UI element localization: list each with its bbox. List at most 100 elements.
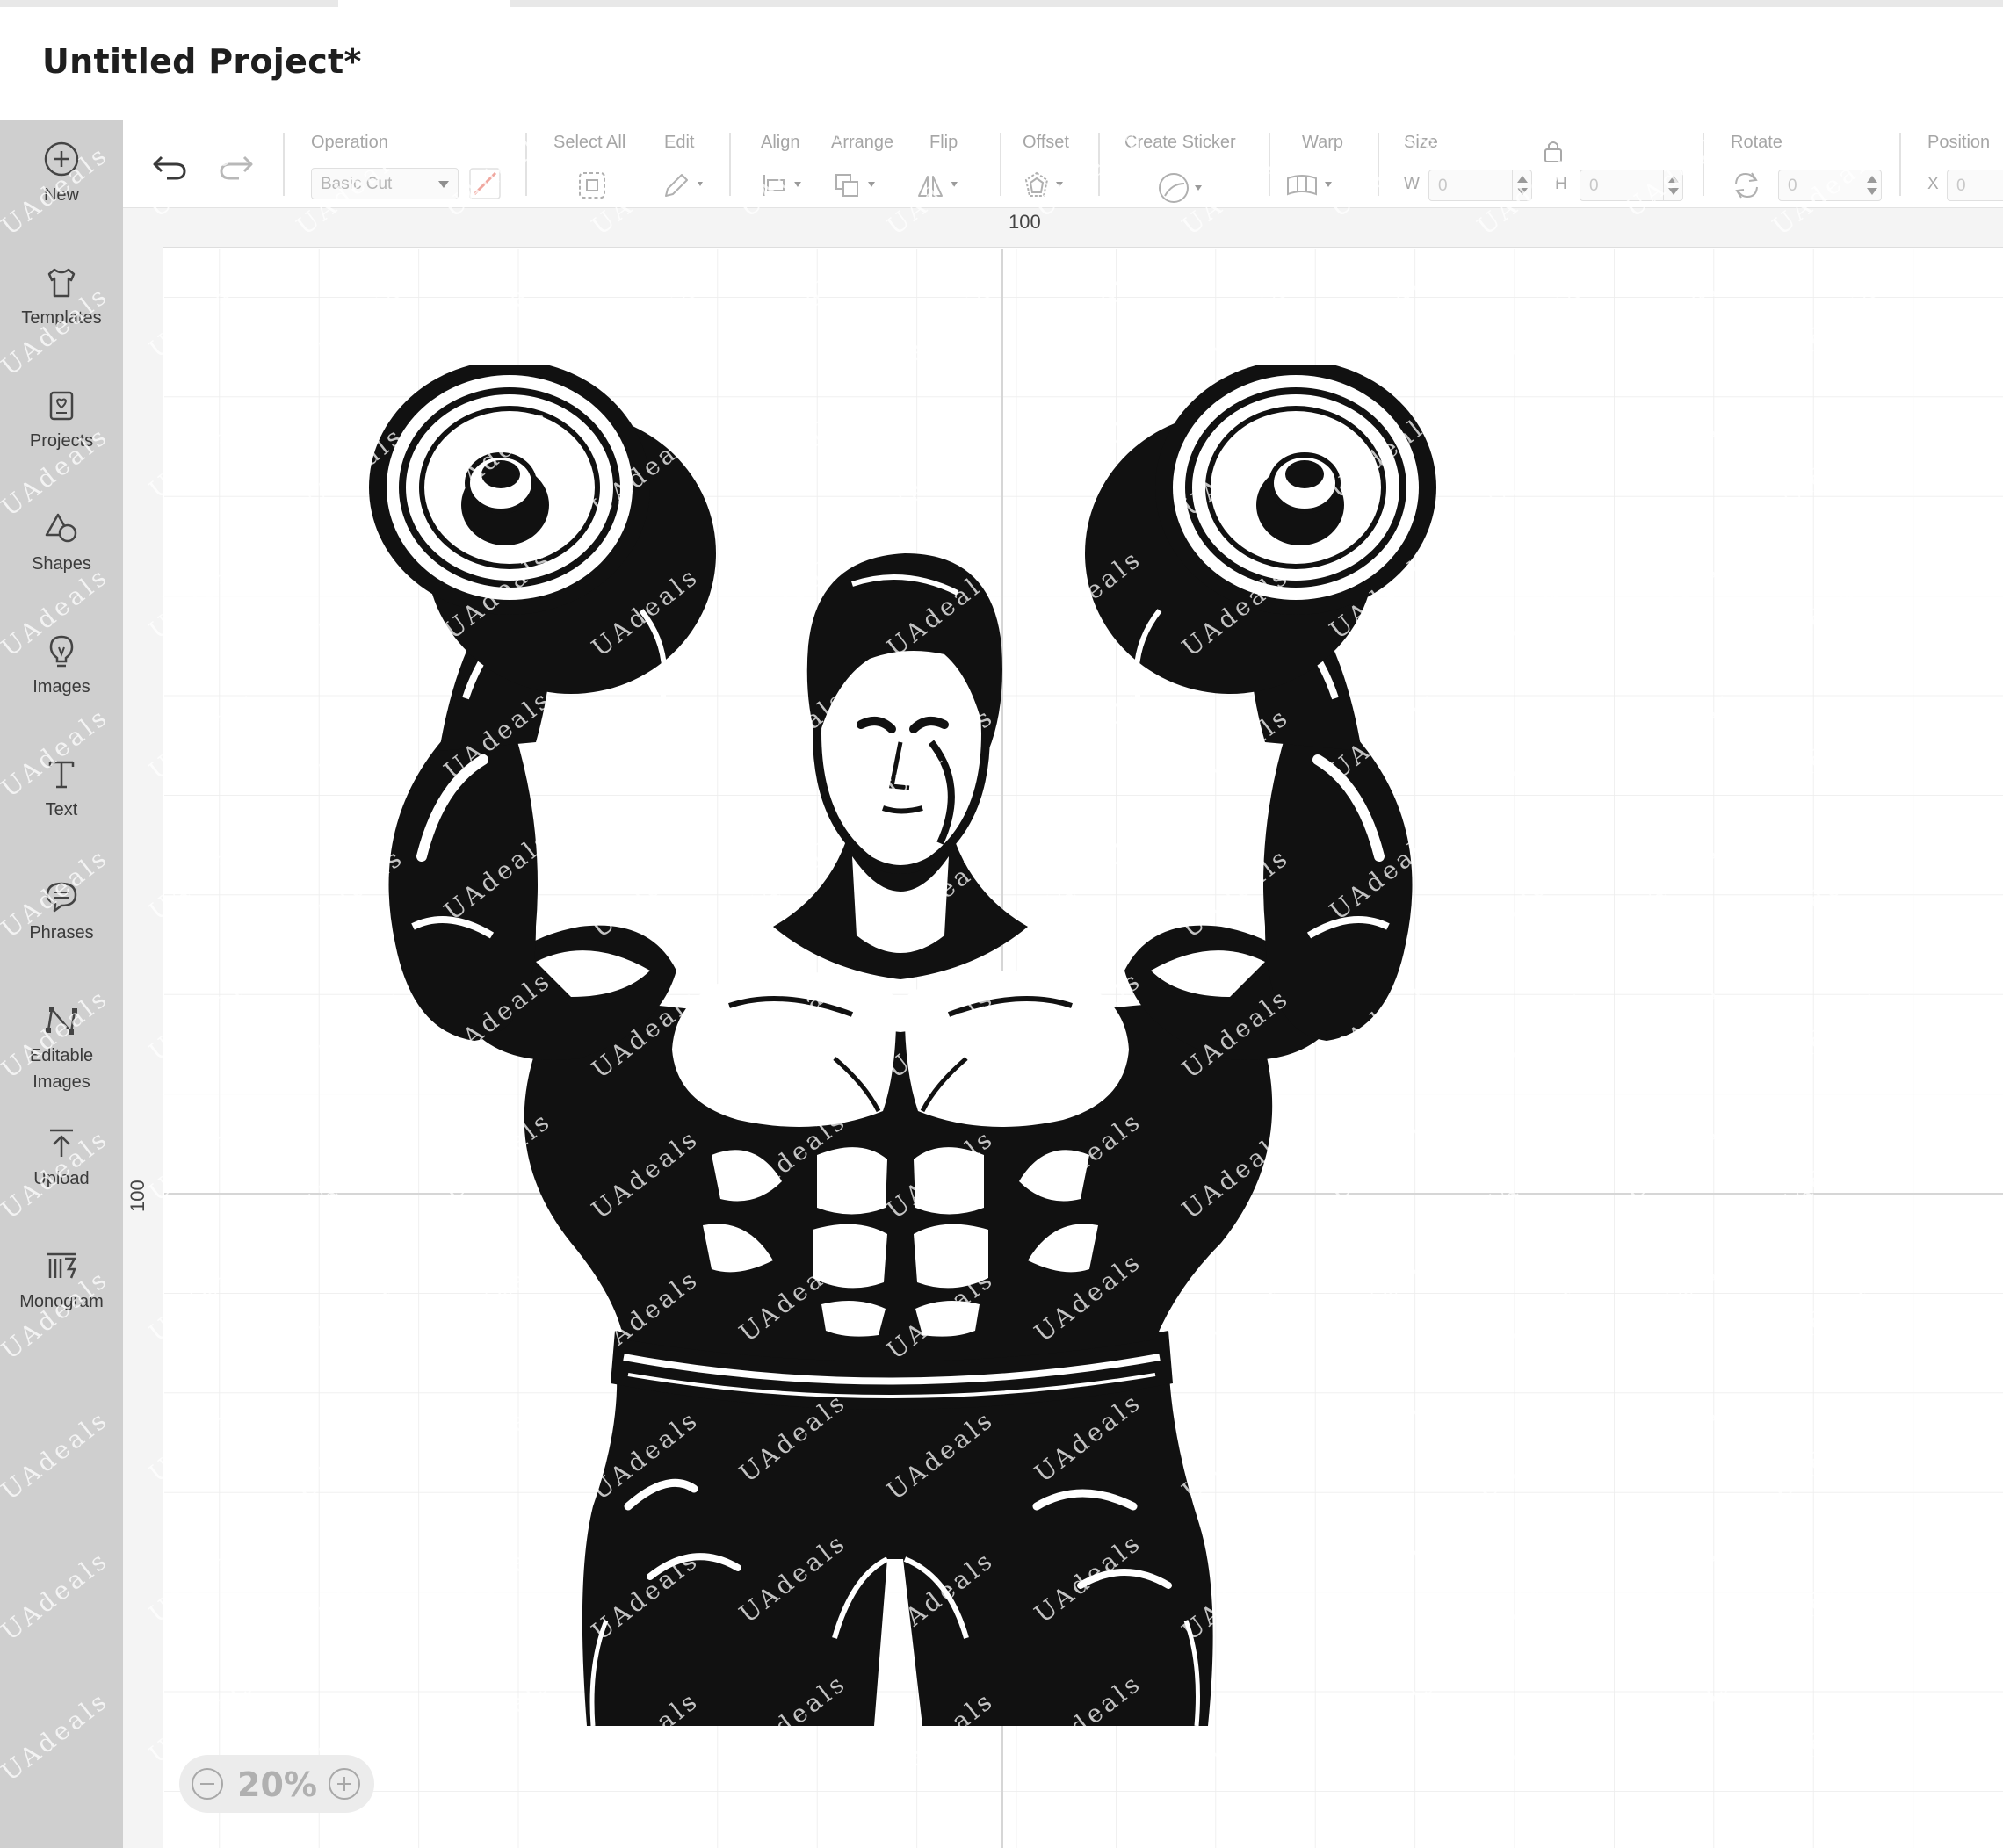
sidebar-item-label: Phrases — [29, 923, 94, 942]
sidebar-item-images[interactable]: Images — [0, 632, 123, 700]
sidebar-item-editable-images[interactable]: Editable Images — [0, 1000, 123, 1095]
position-label: Position — [1927, 133, 1991, 152]
rotate-group: Rotate 0 — [1731, 133, 1882, 201]
text-t-icon — [48, 761, 75, 789]
operation-select[interactable]: Basic Cut — [311, 168, 459, 199]
toolbar-separator — [1378, 133, 1379, 196]
create-sticker-group[interactable]: Create Sticker — [1124, 133, 1236, 203]
width-stepper[interactable] — [1512, 170, 1531, 200]
rotate-stepper[interactable] — [1862, 170, 1881, 200]
zoom-in-button[interactable] — [329, 1768, 360, 1800]
warp-group[interactable]: Warp — [1287, 133, 1344, 196]
edit-label: Edit — [664, 133, 695, 152]
sidebar-item-label: Images — [33, 677, 90, 697]
project-card-icon — [49, 391, 74, 421]
zoom-out-button[interactable] — [192, 1768, 223, 1800]
linetype-color-swatch[interactable] — [469, 168, 501, 199]
project-title[interactable]: Untitled Project* — [42, 42, 362, 81]
project-header: Untitled Project* — [0, 7, 2003, 119]
toolbar-separator — [283, 133, 285, 196]
sidebar-item-phrases[interactable]: Phrases — [0, 877, 123, 946]
select-all-group[interactable]: Select All — [553, 133, 625, 199]
lightbulb-icon — [49, 635, 74, 668]
zoom-control: 20% — [179, 1755, 374, 1813]
sidebar-item-upload[interactable]: Upload — [0, 1123, 123, 1192]
edit-toolbar: Operation Basic Cut Select All Edit Alig… — [123, 120, 2003, 208]
redo-icon[interactable] — [214, 148, 257, 184]
upload-icon — [50, 1129, 73, 1157]
size-label: Size — [1404, 133, 1438, 152]
toolbar-separator — [1899, 133, 1901, 196]
align-group[interactable]: Align — [761, 133, 801, 196]
sidebar-item-label: Editable Images — [29, 1046, 94, 1092]
active-tab-gap — [338, 0, 510, 7]
sidebar-item-label: Projects — [29, 431, 94, 451]
warp-label: Warp — [1302, 133, 1344, 152]
size-w-letter: W — [1404, 175, 1420, 193]
sidebar-item-label: Text — [45, 800, 78, 819]
sidebar-item-shapes[interactable]: Shapes — [0, 509, 123, 577]
position-x-value: 0 — [1956, 177, 1966, 195]
flip-icon — [918, 176, 958, 197]
operation-value: Basic Cut — [321, 175, 393, 193]
sidebar-item-label: Shapes — [32, 554, 91, 574]
select-all-icon — [579, 172, 605, 199]
height-value: 0 — [1589, 177, 1599, 195]
shapes-icon — [45, 513, 77, 543]
warp-icon — [1287, 175, 1332, 196]
bodybuilder-artwork[interactable] — [360, 365, 1511, 1726]
operation-group: Operation Basic Cut — [311, 133, 501, 199]
sidebar-item-new[interactable]: New — [0, 140, 123, 208]
flip-group[interactable]: Flip — [918, 133, 958, 197]
offset-group[interactable]: Offset — [1023, 133, 1069, 197]
ruler-left — [123, 208, 163, 1848]
node-edit-icon — [46, 1007, 77, 1035]
sidebar-item-label: Upload — [33, 1169, 90, 1188]
toolbar-separator — [729, 133, 731, 196]
size-h-letter: H — [1555, 175, 1567, 193]
create-sticker-label: Create Sticker — [1124, 133, 1236, 152]
undo-icon[interactable] — [149, 148, 192, 184]
toolbar-separator — [1703, 133, 1704, 196]
size-group: Size W 0 H 0 — [1404, 133, 1683, 201]
rotate-field[interactable]: 0 — [1778, 170, 1882, 201]
offset-icon — [1024, 171, 1063, 197]
chevron-down-icon — [438, 181, 449, 188]
speech-bubble-icon — [46, 882, 77, 913]
align-left-icon — [763, 175, 801, 196]
rotate-label: Rotate — [1731, 133, 1782, 152]
operation-label: Operation — [311, 133, 388, 152]
height-stepper[interactable] — [1663, 170, 1682, 200]
lock-icon[interactable] — [1541, 138, 1566, 164]
rotate-value: 0 — [1788, 177, 1797, 195]
position-x-field[interactable]: 0 — [1947, 170, 2003, 201]
sidebar-item-templates[interactable]: Templates — [0, 263, 123, 331]
toolbar-separator — [1269, 133, 1270, 196]
toolbar-separator — [1000, 133, 1002, 196]
ruler-left-mark: 100 — [127, 1180, 148, 1212]
width-value: 0 — [1438, 177, 1448, 195]
position-x-letter: X — [1927, 175, 1939, 193]
sidebar-item-text[interactable]: Text — [0, 754, 123, 823]
sidebar-item-projects[interactable]: Projects — [0, 386, 123, 454]
arrange-group[interactable]: Arrange — [831, 133, 894, 197]
browser-tab-strip — [0, 0, 2003, 7]
sticker-icon — [1159, 173, 1202, 203]
offset-label: Offset — [1023, 133, 1069, 152]
toolbar-separator — [525, 133, 527, 196]
sidebar-item-label: Templates — [21, 308, 102, 328]
align-label: Align — [761, 133, 800, 152]
width-field[interactable]: 0 — [1428, 170, 1532, 201]
ruler-top — [123, 208, 2003, 248]
tshirt-icon — [47, 268, 76, 298]
sidebar-item-monogram[interactable]: Monogram — [0, 1246, 123, 1315]
height-field[interactable]: 0 — [1580, 170, 1683, 201]
plus-circle-icon — [44, 141, 79, 177]
toolbar-separator — [1098, 133, 1100, 196]
arrange-label: Arrange — [831, 133, 894, 152]
sidebar-item-label: Monogram — [19, 1292, 104, 1311]
design-canvas[interactable] — [164, 249, 2003, 1848]
edit-group[interactable]: Edit — [664, 133, 703, 197]
monogram-icon — [47, 1252, 77, 1279]
flip-label: Flip — [929, 133, 958, 152]
